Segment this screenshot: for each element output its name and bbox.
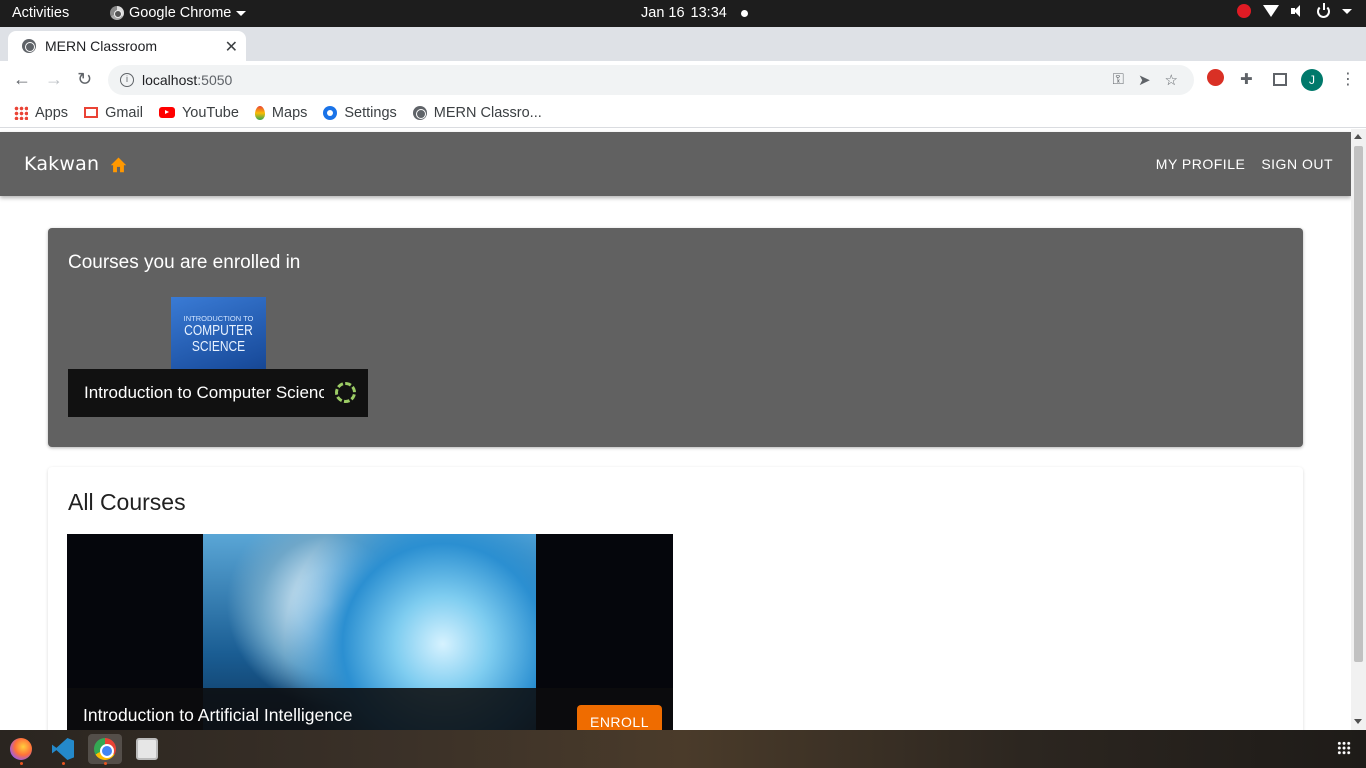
youtube-icon	[158, 107, 175, 118]
globe-icon	[412, 105, 427, 120]
course-title: Introduction to Artificial Intelligence	[83, 705, 353, 725]
enrolled-course-title: Introduction to Computer Science	[84, 383, 324, 402]
apps-grid-icon	[14, 105, 28, 120]
in-progress-icon	[335, 382, 356, 403]
maps-pin-icon	[254, 105, 265, 120]
time-label: 13:34	[690, 5, 727, 21]
reload-icon[interactable]: ↻	[77, 69, 92, 90]
extensions-puzzle-icon[interactable]: ✚	[1240, 70, 1253, 88]
url-port: :5050	[197, 72, 233, 88]
bookmark-settings[interactable]: Settings	[323, 104, 397, 121]
forward-arrow-icon[interactable]: →	[45, 69, 63, 90]
all-courses-heading: All Courses	[68, 489, 186, 515]
notification-dot-icon	[740, 9, 748, 17]
side-panel-icon[interactable]	[1273, 73, 1287, 86]
bookmark-apps[interactable]: Apps	[14, 105, 68, 121]
gmail-icon	[84, 107, 99, 118]
vscode-icon[interactable]	[52, 738, 74, 760]
system-top-bar: Activities Google Chrome Jan 16 13:34	[0, 0, 1366, 27]
key-icon[interactable]: ⚿	[1113, 71, 1124, 89]
enrolled-courses-card: Courses you are enrolled in INTRODUCTION…	[48, 228, 1303, 447]
back-arrow-icon[interactable]: ←	[13, 69, 31, 90]
bookmark-label: Maps	[271, 104, 308, 121]
bookmark-gmail[interactable]: Gmail	[84, 105, 143, 121]
activities-button[interactable]: Activities	[12, 5, 69, 21]
enrolled-heading: Courses you are enrolled in	[68, 252, 301, 273]
running-indicator	[62, 762, 65, 765]
bookmarks-bar: Apps Gmail YouTube Maps Settings MERN Cl…	[0, 98, 1366, 128]
send-icon[interactable]: ➤	[1138, 71, 1151, 89]
page-viewport: Kakwan MY PROFILE SIGN OUT Courses you a…	[0, 129, 1366, 730]
brand-title[interactable]: Kakwan	[24, 153, 99, 175]
enroll-button[interactable]: ENROLL	[577, 705, 662, 730]
bookmark-label: YouTube	[181, 104, 239, 121]
course-tile[interactable]: Introduction to Artificial Intelligence …	[67, 534, 673, 730]
power-icon	[1317, 2, 1330, 18]
chrome-icon	[110, 6, 124, 20]
profile-avatar[interactable]: J	[1301, 69, 1323, 91]
bookmark-label: Settings	[344, 104, 397, 121]
gear-icon	[323, 105, 338, 120]
my-profile-link[interactable]: MY PROFILE	[1156, 156, 1246, 172]
app-menu-label: Google Chrome	[129, 5, 232, 21]
chrome-icon[interactable]	[94, 738, 116, 760]
running-indicator	[20, 762, 23, 765]
globe-icon	[22, 39, 36, 53]
chevron-down-icon	[1342, 8, 1352, 14]
extension-icon[interactable]	[1207, 69, 1224, 86]
page-scrollbar[interactable]	[1351, 129, 1366, 730]
browser-tab[interactable]: MERN Classroom ✕	[8, 31, 246, 61]
browser-toolbar: ← → ↻ i localhost:5050 ⚿ ➤ ☆ ✚ J ⋮	[0, 61, 1366, 98]
url-host: localhost	[142, 72, 198, 88]
scrollbar-thumb[interactable]	[1354, 146, 1363, 662]
volume-icon	[1291, 5, 1305, 17]
screen-recording-icon[interactable]	[1237, 4, 1251, 18]
scroll-down-icon[interactable]	[1354, 719, 1362, 724]
sign-out-link[interactable]: SIGN OUT	[1261, 156, 1333, 172]
bookmark-label: MERN Classro...	[433, 104, 542, 121]
close-tab-icon[interactable]: ✕	[225, 37, 238, 57]
files-icon[interactable]	[136, 738, 158, 760]
all-courses-card: All Courses Introduction to Artificial I…	[48, 467, 1303, 730]
enrolled-course-title-bar[interactable]: Introduction to Computer Science	[68, 369, 368, 417]
date-label: Jan 16	[641, 5, 685, 21]
clock[interactable]: Jan 16 13:34	[641, 5, 748, 21]
taskbar-dock	[0, 730, 1366, 768]
tab-strip: MERN Classroom ✕ + ⌄ — ❐ ✕	[0, 27, 1366, 79]
scroll-up-icon[interactable]	[1354, 134, 1362, 139]
chevron-down-icon	[236, 10, 247, 16]
home-icon[interactable]	[109, 156, 128, 173]
bookmark-label: Gmail	[105, 104, 143, 121]
thumbnail-title-line: SCIENCE	[191, 338, 246, 355]
system-tray[interactable]	[1237, 2, 1352, 18]
bookmark-label: Apps	[35, 104, 69, 121]
thumbnail-title-line: COMPUTER	[184, 322, 253, 339]
bookmark-maps[interactable]: Maps	[254, 104, 308, 121]
address-bar[interactable]: i localhost:5050 ⚿ ➤ ☆	[108, 65, 1194, 95]
info-icon[interactable]: i	[120, 73, 134, 87]
app-menu[interactable]: Google Chrome	[110, 5, 247, 21]
bookmark-mern-classroom[interactable]: MERN Classro...	[412, 104, 542, 121]
bookmark-youtube[interactable]: YouTube	[158, 104, 239, 121]
app-bar: Kakwan MY PROFILE SIGN OUT	[0, 132, 1351, 196]
more-menu-icon[interactable]: ⋮	[1340, 69, 1356, 89]
tab-title: MERN Classroom	[45, 38, 158, 54]
wifi-icon	[1263, 5, 1279, 17]
running-indicator	[104, 762, 107, 765]
star-icon[interactable]: ☆	[1165, 71, 1178, 89]
show-apps-grid-icon[interactable]	[1337, 741, 1351, 755]
firefox-icon[interactable]	[10, 738, 32, 760]
thumbnail-title: COMPUTER SCIENCE	[181, 323, 257, 355]
